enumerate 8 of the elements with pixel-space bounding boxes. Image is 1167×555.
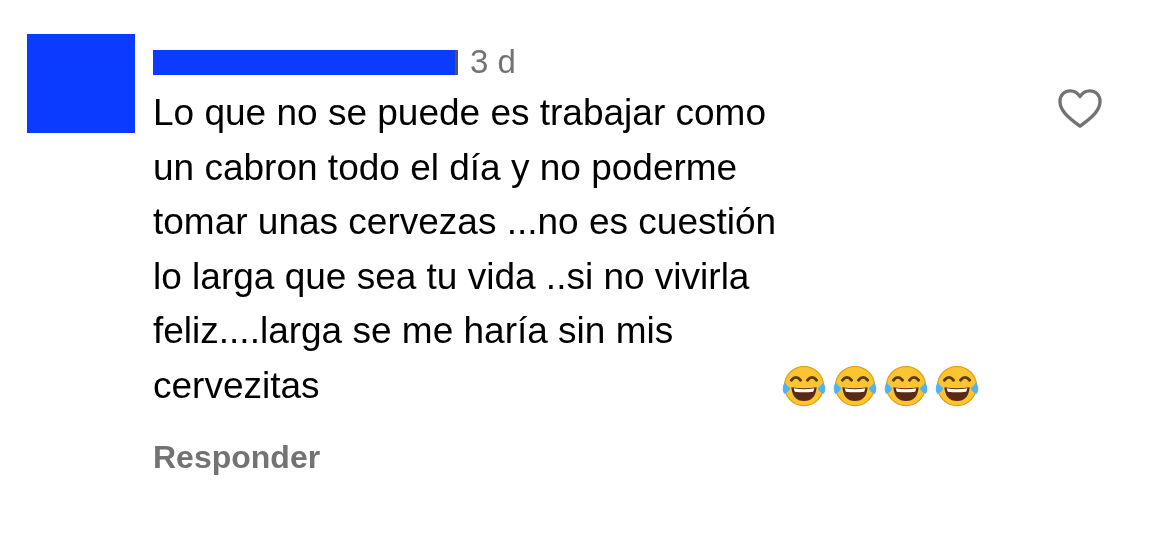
laughing-emoji-icon	[883, 363, 930, 409]
reply-link[interactable]: Responder	[153, 439, 321, 476]
laughing-emoji-icon	[832, 363, 879, 409]
laughing-emoji-icon	[934, 363, 981, 409]
heart-icon[interactable]	[1057, 88, 1103, 130]
laughing-emoji-icon	[781, 363, 828, 409]
timestamp: 3 d	[470, 43, 516, 81]
comment-text: Lo que no se puede es trabajar como un cabron todo el día y no poderme tomar unas cervezas ...no es cuestión lo larga que sea tu vida ..si no vivirla feliz....larga se me haría sin mis cervezitas	[153, 91, 777, 408]
